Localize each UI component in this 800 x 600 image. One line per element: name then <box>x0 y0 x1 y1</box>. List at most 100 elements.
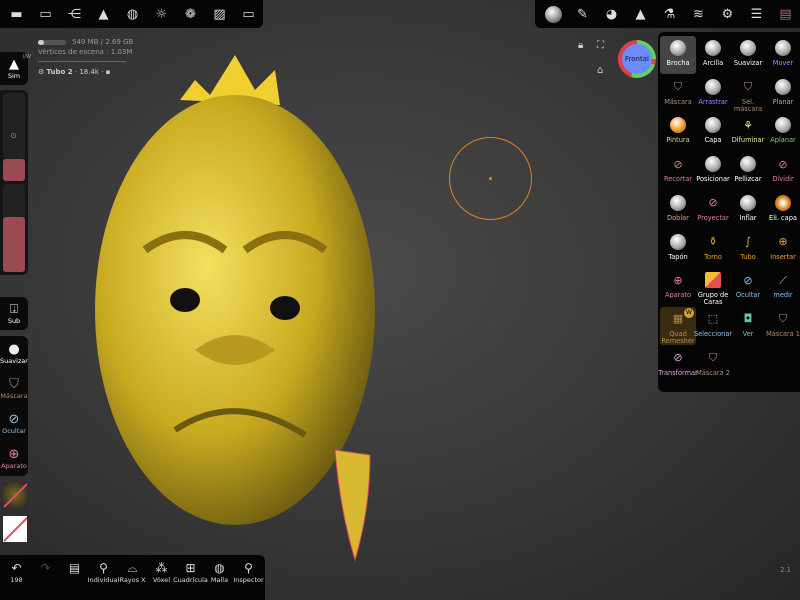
tool-label: Transformar <box>658 368 698 377</box>
tool-suavizar[interactable]: Suavizar <box>730 36 766 74</box>
sphere-icon <box>775 78 791 95</box>
tool-máscara-2[interactable]: ⛉ Máscara 2 <box>695 346 731 384</box>
tool-tubo[interactable]: ∫ Tubo <box>730 230 766 268</box>
tool-label: Máscara <box>664 97 692 106</box>
symmetry-label: Sim <box>7 71 21 80</box>
tool-torno[interactable]: ⚱ Torno <box>695 230 731 268</box>
tool-label: Proyectar <box>697 213 729 222</box>
brush-preview-icon[interactable] <box>539 0 568 28</box>
grid-button[interactable]: ⊞ Cuadrícula <box>173 561 208 584</box>
tool-transformar[interactable]: ⊘ Transformar <box>658 346 698 384</box>
tool-arrastrar[interactable]: Arrastrar <box>695 75 731 113</box>
tool-mover[interactable]: Mover <box>765 36 800 74</box>
tool-seleccionar[interactable]: ⬚ Seleccionar <box>694 307 732 345</box>
view-cube[interactable]: Frontal <box>618 40 656 78</box>
tool-grupo-de-caras[interactable]: Grupo de Caras <box>695 268 731 306</box>
tool-aplanar[interactable]: Aplanar <box>765 113 800 151</box>
tool-posicionar[interactable]: Posicionar <box>695 152 731 190</box>
tool-brocha[interactable]: Brocha <box>660 36 696 74</box>
sliders-icon[interactable]: ☰ <box>742 0 771 28</box>
tool-tapón[interactable]: Tapón <box>660 230 696 268</box>
tool-capa[interactable]: Capa <box>695 113 731 151</box>
tool-aparato[interactable]: ⊕ Aparato <box>660 268 696 306</box>
light-icon[interactable]: ☼ <box>147 0 176 28</box>
image-icon[interactable]: ▨ <box>205 0 234 28</box>
brush-sliders: ⊙ ϟ <box>0 90 28 275</box>
quick-tool-smooth[interactable]: ● Suavizar <box>0 336 28 371</box>
redo-icon: ↷ <box>40 561 51 575</box>
quick-tool-label: Aparato <box>1 461 27 470</box>
tool-máscara[interactable]: ⛉ Máscara <box>660 75 696 113</box>
fullscreen-icon[interactable]: ⛶ <box>597 40 604 51</box>
tool-arcilla[interactable]: Arcilla <box>695 36 731 74</box>
tool-máscara-1[interactable]: ⛉ Máscara 1 <box>765 307 800 345</box>
undo-button[interactable]: ↶ 198 <box>2 561 31 584</box>
quick-tool-hide[interactable]: ⊘ Ocultar <box>0 406 28 441</box>
shield-icon: ⛉ <box>9 376 19 392</box>
grid-icon: ⊞ <box>185 561 196 575</box>
layers-icon[interactable]: ≋ <box>684 0 713 28</box>
interface-icon[interactable]: ▤ <box>771 0 800 28</box>
book-icon: ▤ <box>68 561 81 575</box>
quick-tool-label: Máscara <box>0 391 28 400</box>
tool-doblar[interactable]: Doblar <box>660 191 696 229</box>
bottom-label: Inspector <box>233 576 264 584</box>
camera-icon[interactable]: ▭ <box>234 0 263 28</box>
tool-medir[interactable]: ⟋ medir <box>765 268 800 306</box>
memory-bar <box>38 39 66 45</box>
tool-sel-máscara[interactable]: ⛉ Sel. máscara <box>730 75 766 113</box>
objects-icon[interactable]: ▲ <box>89 0 118 28</box>
tool-recortar[interactable]: ⊘ Recortar <box>660 152 696 190</box>
solo-button[interactable]: ⚲ Individual <box>88 561 120 584</box>
tool-difuminar[interactable]: ⚘ Difuminar <box>730 113 766 151</box>
palette-icon[interactable]: ◕ <box>597 0 626 28</box>
tool-label: Recortar <box>663 175 693 184</box>
tool-proyectar[interactable]: ⊘ Proyectar <box>695 191 731 229</box>
symmetry-button[interactable]: ▲ Sim l/W <box>0 52 31 85</box>
lock-icon[interactable]: 🔒︎ <box>578 40 583 51</box>
folder-icon[interactable]: ▭ <box>31 0 60 28</box>
quick-tool-gizmo[interactable]: ⊕ Aparato <box>0 441 28 476</box>
tool-quad-remesher[interactable]: ▦ Quad Remesher W <box>660 306 696 345</box>
settings-icon[interactable]: ⚙ <box>713 0 742 28</box>
tool-insertar[interactable]: ⊕ Insertar <box>765 230 800 268</box>
material-swatch[interactable] <box>3 482 27 508</box>
mesh-icon[interactable]: ◍ <box>118 0 147 28</box>
tool-dividir[interactable]: ⊘ Dividir <box>765 152 800 190</box>
home-icon[interactable]: ⌂ <box>597 65 603 76</box>
voxel-button[interactable]: ⁂ Vóxel <box>147 561 176 584</box>
radius-slider[interactable]: ⊙ <box>3 93 25 181</box>
tool-pellizcar[interactable]: Pellizcar <box>730 152 766 190</box>
intensity-slider[interactable]: ϟ <box>3 184 25 272</box>
xray-button[interactable]: ⌓ Rayos X <box>118 561 147 584</box>
tool-pintura[interactable]: Pintura <box>660 113 696 151</box>
tool-ocultar[interactable]: ⊘ Ocultar <box>730 268 766 306</box>
inspector-button[interactable]: ⚲ Inspector <box>233 561 264 584</box>
flask-icon[interactable]: ⚗ <box>655 0 684 28</box>
wireframe-button[interactable]: ▤ <box>60 561 89 576</box>
quick-tool-mask[interactable]: ⛉ Máscara <box>0 371 28 406</box>
sculpted-mask-model[interactable] <box>85 50 395 565</box>
view-cube-label: Frontal <box>622 44 652 74</box>
insert-icon: ⊕ <box>778 235 788 248</box>
tool-label: Brocha <box>666 59 690 67</box>
hide-icon: ⊘ <box>743 273 753 287</box>
material-icon[interactable]: ❁ <box>176 0 205 28</box>
redo-button[interactable]: ↷ <box>31 561 60 576</box>
tool-ver[interactable]: ◘ Ver <box>730 307 766 345</box>
tool-planar[interactable]: Planar <box>765 75 800 113</box>
tool-inflar[interactable]: Inflar <box>730 191 766 229</box>
tool-label: Tubo <box>740 252 756 261</box>
tool-label: Posicionar <box>696 175 730 184</box>
color-swatch[interactable] <box>3 516 27 542</box>
share-icon[interactable]: ⋲ <box>60 0 89 28</box>
mesh-button[interactable]: ◍ Malla <box>205 561 234 584</box>
symmetry-icon[interactable]: ▲ <box>626 0 655 28</box>
stroke-icon[interactable]: ✎ <box>568 0 597 28</box>
scene-icon[interactable]: ▬ <box>2 0 31 28</box>
tool-eli-capa[interactable]: Eli. capa <box>765 191 800 229</box>
subdivide-button[interactable]: ⍗ Sub <box>0 297 28 330</box>
tool-label: Sel. máscara <box>733 97 763 113</box>
selected-tube[interactable] <box>334 449 371 562</box>
bottom-label: Rayos X <box>119 576 146 584</box>
